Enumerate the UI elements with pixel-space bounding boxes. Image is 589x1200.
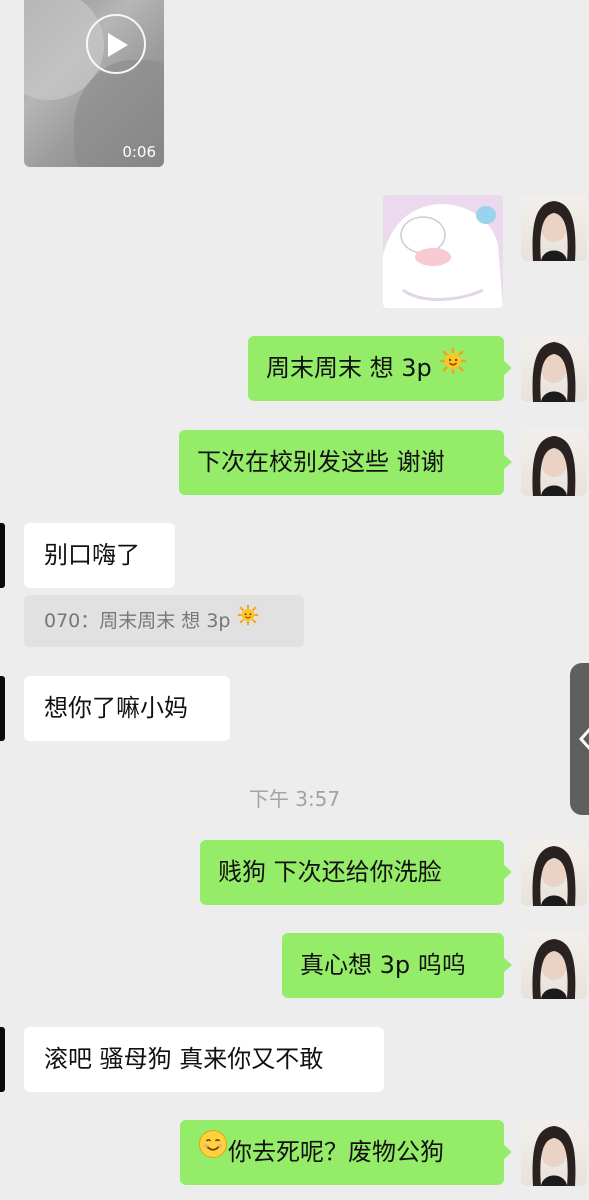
incoming-message[interactable]: 想你了嘛小妈 (24, 676, 230, 741)
outgoing-message[interactable]: 你去死呢？废物公狗 (180, 1119, 512, 1185)
outgoing-message[interactable]: 贱狗 下次还给你洗脸 (200, 840, 512, 905)
outgoing-message[interactable]: 真心想 3p 呜呜 (282, 933, 512, 998)
avatar[interactable] (521, 430, 587, 496)
avatar[interactable] (521, 840, 587, 906)
avatar[interactable] (521, 336, 587, 402)
message-text: 下次在校别发这些 谢谢 (197, 448, 445, 476)
incoming-message[interactable]: 滚吧 骚母狗 真来你又不敢 (24, 1027, 384, 1092)
quoted-text: 070：周末周末 想 3p (44, 610, 231, 632)
message-text: 周末周末 想 3p (266, 354, 432, 382)
message-text: 别口嗨了 (44, 541, 140, 569)
message-text: 滚吧 骚母狗 真来你又不敢 (44, 1045, 324, 1073)
avatar[interactable] (521, 195, 587, 261)
left-edge-strip (0, 523, 5, 588)
outgoing-message[interactable]: 下次在校别发这些 谢谢 (179, 430, 512, 495)
message-text: 你去死呢？废物公狗 (228, 1138, 444, 1166)
sticker-image[interactable] (383, 195, 503, 308)
left-edge-strip (0, 1027, 5, 1092)
play-icon[interactable] (86, 14, 146, 74)
quoted-message[interactable]: 070：周末周末 想 3p (24, 595, 304, 647)
message-text: 想你了嘛小妈 (44, 694, 188, 722)
video-message-thumbnail[interactable]: 0:06 (24, 0, 164, 167)
chevron-left-icon (578, 727, 589, 751)
left-edge-strip (0, 676, 5, 741)
avatar[interactable] (521, 1120, 587, 1186)
outgoing-message[interactable]: 周末周末 想 3p (248, 335, 512, 401)
timestamp-divider: 下午 3:57 (248, 787, 341, 811)
avatar[interactable] (521, 933, 587, 999)
sun-emoji (237, 594, 259, 646)
message-text: 贱狗 下次还给你洗脸 (218, 858, 442, 886)
video-duration: 0:06 (122, 143, 156, 161)
smiling-face-emoji (198, 1119, 228, 1184)
sun-emoji (439, 335, 467, 400)
incoming-message[interactable]: 别口嗨了 (24, 523, 175, 588)
message-text: 真心想 3p 呜呜 (300, 951, 466, 979)
